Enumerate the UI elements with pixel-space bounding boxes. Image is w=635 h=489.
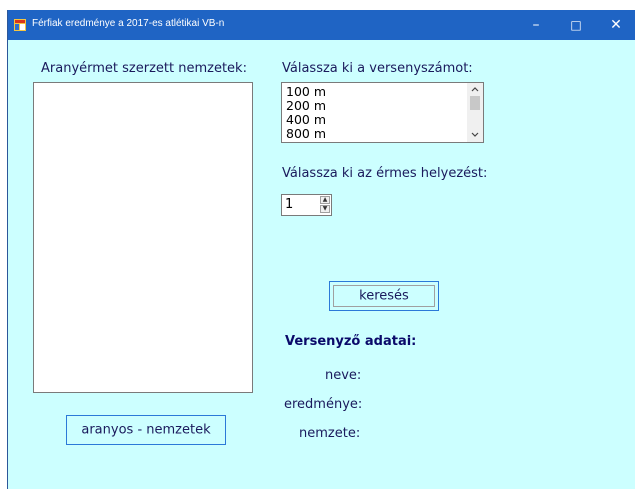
minimize-button[interactable]: – (516, 10, 556, 40)
app-window: Férfiak eredménye a 2017-es atlétikai VB… (7, 10, 635, 489)
gold-nations-button-label: aranyos - nemzetek (81, 422, 211, 438)
scroll-down-arrow-icon[interactable] (471, 132, 479, 137)
athlete-nation-label: nemzete: (299, 426, 361, 441)
athlete-heading: Versenyző adatai: (285, 334, 417, 349)
close-button[interactable]: ✕ (596, 10, 635, 40)
app-icon (14, 19, 26, 31)
gold-nations-button[interactable]: aranyos - nemzetek (66, 415, 226, 445)
event-scrollbar[interactable] (467, 83, 483, 142)
event-label: Válassza ki a versenyszámot: (282, 61, 473, 76)
scrollbar-graphics (470, 87, 480, 137)
event-option[interactable]: 800 m (286, 127, 326, 141)
place-label: Válassza ki az érmes helyezést: (282, 166, 488, 181)
search-button[interactable]: keresés (329, 281, 439, 311)
stepper-up-icon[interactable]: ▲ (320, 196, 330, 204)
athlete-name-label: neve: (325, 368, 362, 383)
gold-nations-label: Aranyérmet szerzett nemzetek: (41, 61, 247, 76)
scroll-thumb[interactable] (470, 96, 480, 110)
event-option[interactable]: 400 m (286, 113, 326, 127)
place-value[interactable]: 1 (285, 197, 293, 212)
stepper-down-icon[interactable]: ▼ (320, 205, 330, 213)
scroll-up-arrow-icon[interactable] (471, 87, 479, 92)
place-stepper[interactable]: 1 ▲ ▼ (281, 194, 332, 216)
event-listbox[interactable]: 100 m 200 m 400 m 800 m (281, 82, 484, 143)
title-bar[interactable]: Férfiak eredménye a 2017-es atlétikai VB… (8, 10, 635, 40)
stepper-buttons: ▲ ▼ (320, 196, 330, 214)
event-option[interactable]: 100 m (286, 85, 326, 99)
window-title: Férfiak eredménye a 2017-es atlétikai VB… (32, 18, 225, 29)
gold-nations-listbox[interactable] (33, 82, 253, 393)
maximize-button[interactable]: □ (556, 10, 596, 40)
search-button-label: keresés (359, 288, 409, 304)
event-option[interactable]: 200 m (286, 99, 326, 113)
athlete-result-label: eredménye: (284, 397, 363, 412)
